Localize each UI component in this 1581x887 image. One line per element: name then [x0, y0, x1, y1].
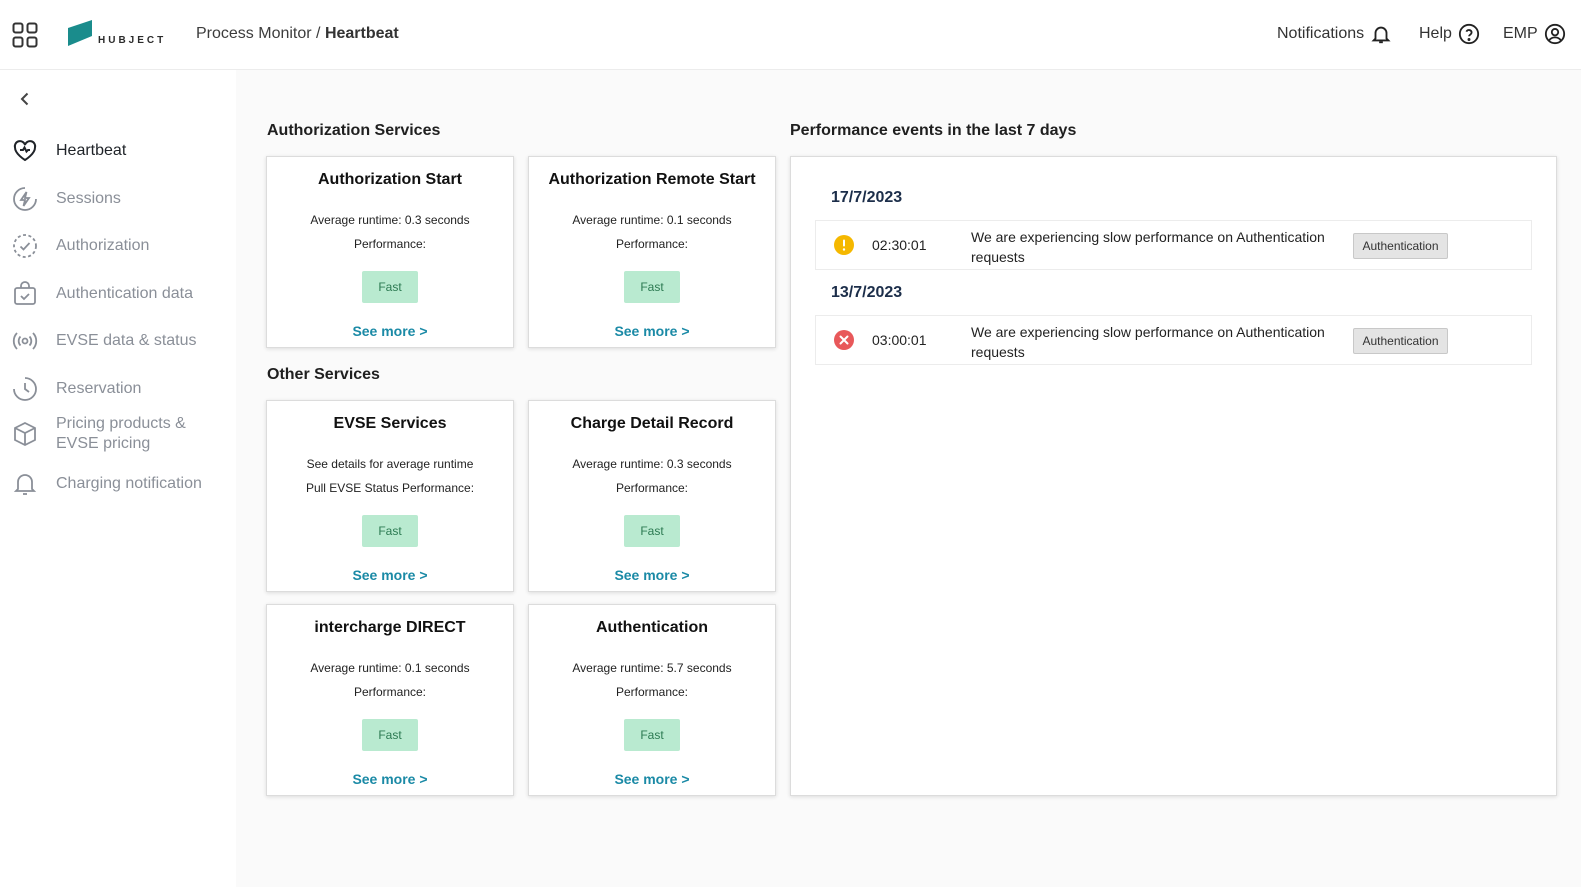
sidebar-item-label: Pricing products & EVSE pricing: [56, 415, 186, 452]
card-runtime: Average runtime: 5.7 seconds: [572, 661, 732, 675]
chevron-left-icon[interactable]: [16, 90, 34, 108]
event-time: 03:00:01: [872, 332, 927, 348]
sidebar-item-reservation[interactable]: Reservation: [12, 376, 141, 402]
card-runtime: Average runtime: 0.1 seconds: [572, 213, 732, 227]
sidebar-item-authorization[interactable]: Authorization: [12, 233, 149, 259]
sidebar-item-label: EVSE data & status: [56, 332, 197, 349]
status-badge: Fast: [362, 271, 418, 303]
card-performance-label: Performance:: [615, 685, 689, 699]
top-header: HUBJECT Process Monitor / Heartbeat Noti…: [0, 0, 1581, 70]
service-card: Authorization Remote Start Average runti…: [528, 156, 776, 348]
event-row[interactable]: 03:00:01 We are experiencing slow perfor…: [815, 315, 1532, 365]
event-tag: Authentication: [1353, 328, 1448, 354]
logo-text: HUBJECT: [98, 35, 167, 46]
service-card: Authentication Average runtime: 5.7 seco…: [528, 604, 776, 796]
warning-icon: [834, 235, 854, 255]
other-services-title: Other Services: [267, 366, 380, 383]
bell-icon: [1371, 26, 1391, 44]
bolt-icon: [13, 187, 37, 211]
notifications-label: Notifications: [1277, 25, 1365, 42]
sidebar-item-heartbeat[interactable]: Heartbeat: [12, 138, 126, 164]
broadcast-icon: [12, 332, 38, 350]
hubject-logo-mark-icon: [68, 20, 92, 46]
see-more-link[interactable]: See more >: [267, 771, 513, 787]
heart-icon: [13, 140, 37, 162]
card-performance-label: Pull EVSE Status Performance:: [305, 481, 475, 495]
error-icon: [834, 330, 854, 350]
card-title: EVSE Services: [333, 415, 447, 432]
event-row[interactable]: 02:30:01 We are experiencing slow perfor…: [815, 220, 1532, 270]
event-message: We are experiencing slow performance on …: [971, 229, 1325, 265]
sidebar-item-sessions[interactable]: Sessions: [12, 186, 121, 212]
sidebar-item-label: Charging notification: [56, 475, 202, 492]
card-title: intercharge DIRECT: [314, 619, 466, 636]
sidebar-item-label: Authorization: [56, 237, 150, 254]
sidebar-item-label: Heartbeat: [56, 142, 127, 159]
clock-icon: [13, 377, 37, 401]
status-badge: Fast: [362, 719, 418, 751]
account-button[interactable]: EMP: [1503, 23, 1566, 45]
service-card: intercharge DIRECT Average runtime: 0.1 …: [266, 604, 514, 796]
sidebar-item-label: Authentication data: [56, 285, 193, 302]
status-badge: Fast: [624, 271, 680, 303]
apps-grid-icon[interactable]: [12, 22, 38, 48]
question-circle-icon: [1458, 23, 1479, 45]
main-content: Authorization Services Other Services Pe…: [236, 70, 1581, 887]
see-more-link[interactable]: See more >: [529, 323, 775, 339]
status-badge: Fast: [362, 515, 418, 547]
sidebar-item-authentication-data[interactable]: Authentication data: [12, 281, 193, 307]
performance-events-panel: 17/7/2023 02:30:01 We are experiencing s…: [790, 156, 1557, 796]
help-label: Help: [1419, 25, 1452, 42]
status-badge: Fast: [624, 719, 680, 751]
performance-events-title: Performance events in the last 7 days: [790, 122, 1077, 139]
service-card: EVSE Services See details for average ru…: [266, 400, 514, 592]
sidebar-item-charging-notification[interactable]: Charging notification: [12, 471, 202, 497]
user-circle-icon: [1544, 23, 1565, 45]
service-card: Authorization Start Average runtime: 0.3…: [266, 156, 514, 348]
check-circle-icon: [13, 234, 37, 258]
card-runtime: Average runtime: 0.1 seconds: [310, 661, 470, 675]
card-performance-label: Performance:: [615, 237, 689, 251]
card-runtime: See details for average runtime: [306, 457, 474, 471]
sidebar-item-pricing[interactable]: Pricing products & EVSE pricing: [12, 414, 186, 454]
hubject-logo[interactable]: HUBJECT: [68, 20, 178, 50]
authorization-services-title: Authorization Services: [267, 122, 441, 139]
sidebar-item-evse-data-status[interactable]: EVSE data & status: [12, 328, 197, 354]
card-title: Authentication: [596, 619, 708, 636]
box-icon: [14, 421, 36, 447]
see-more-link[interactable]: See more >: [529, 771, 775, 787]
sidebar-item-label: Reservation: [56, 380, 142, 397]
sidebar: Heartbeat Sessions Authorization Authent…: [0, 70, 236, 887]
card-performance-label: Performance:: [353, 685, 427, 699]
card-runtime: Average runtime: 0.3 seconds: [572, 457, 732, 471]
bag-check-icon: [14, 281, 36, 305]
event-date: 13/7/2023: [831, 284, 903, 301]
breadcrumb-parent[interactable]: Process Monitor /: [196, 25, 325, 42]
card-title: Authorization Remote Start: [548, 171, 756, 188]
card-performance-label: Performance:: [615, 481, 689, 495]
status-badge: Fast: [624, 515, 680, 547]
account-label: EMP: [1503, 25, 1538, 42]
breadcrumb-current: Heartbeat: [324, 25, 399, 42]
bell-icon: [13, 474, 37, 495]
event-date: 17/7/2023: [831, 189, 903, 206]
card-title: Charge Detail Record: [570, 415, 734, 432]
see-more-link[interactable]: See more >: [267, 567, 513, 583]
sidebar-item-label: Sessions: [56, 190, 121, 207]
see-more-link[interactable]: See more >: [529, 567, 775, 583]
card-title: Authorization Start: [318, 171, 462, 188]
breadcrumb: Process Monitor / Heartbeat: [196, 25, 399, 43]
service-card: Charge Detail Record Average runtime: 0.…: [528, 400, 776, 592]
event-tag: Authentication: [1353, 233, 1448, 259]
help-button[interactable]: Help: [1419, 23, 1480, 45]
card-runtime: Average runtime: 0.3 seconds: [310, 213, 470, 227]
event-message: We are experiencing slow performance on …: [971, 324, 1325, 360]
notifications-button[interactable]: Notifications: [1277, 23, 1392, 45]
see-more-link[interactable]: See more >: [267, 323, 513, 339]
card-performance-label: Performance:: [353, 237, 427, 251]
event-time: 02:30:01: [872, 237, 927, 253]
